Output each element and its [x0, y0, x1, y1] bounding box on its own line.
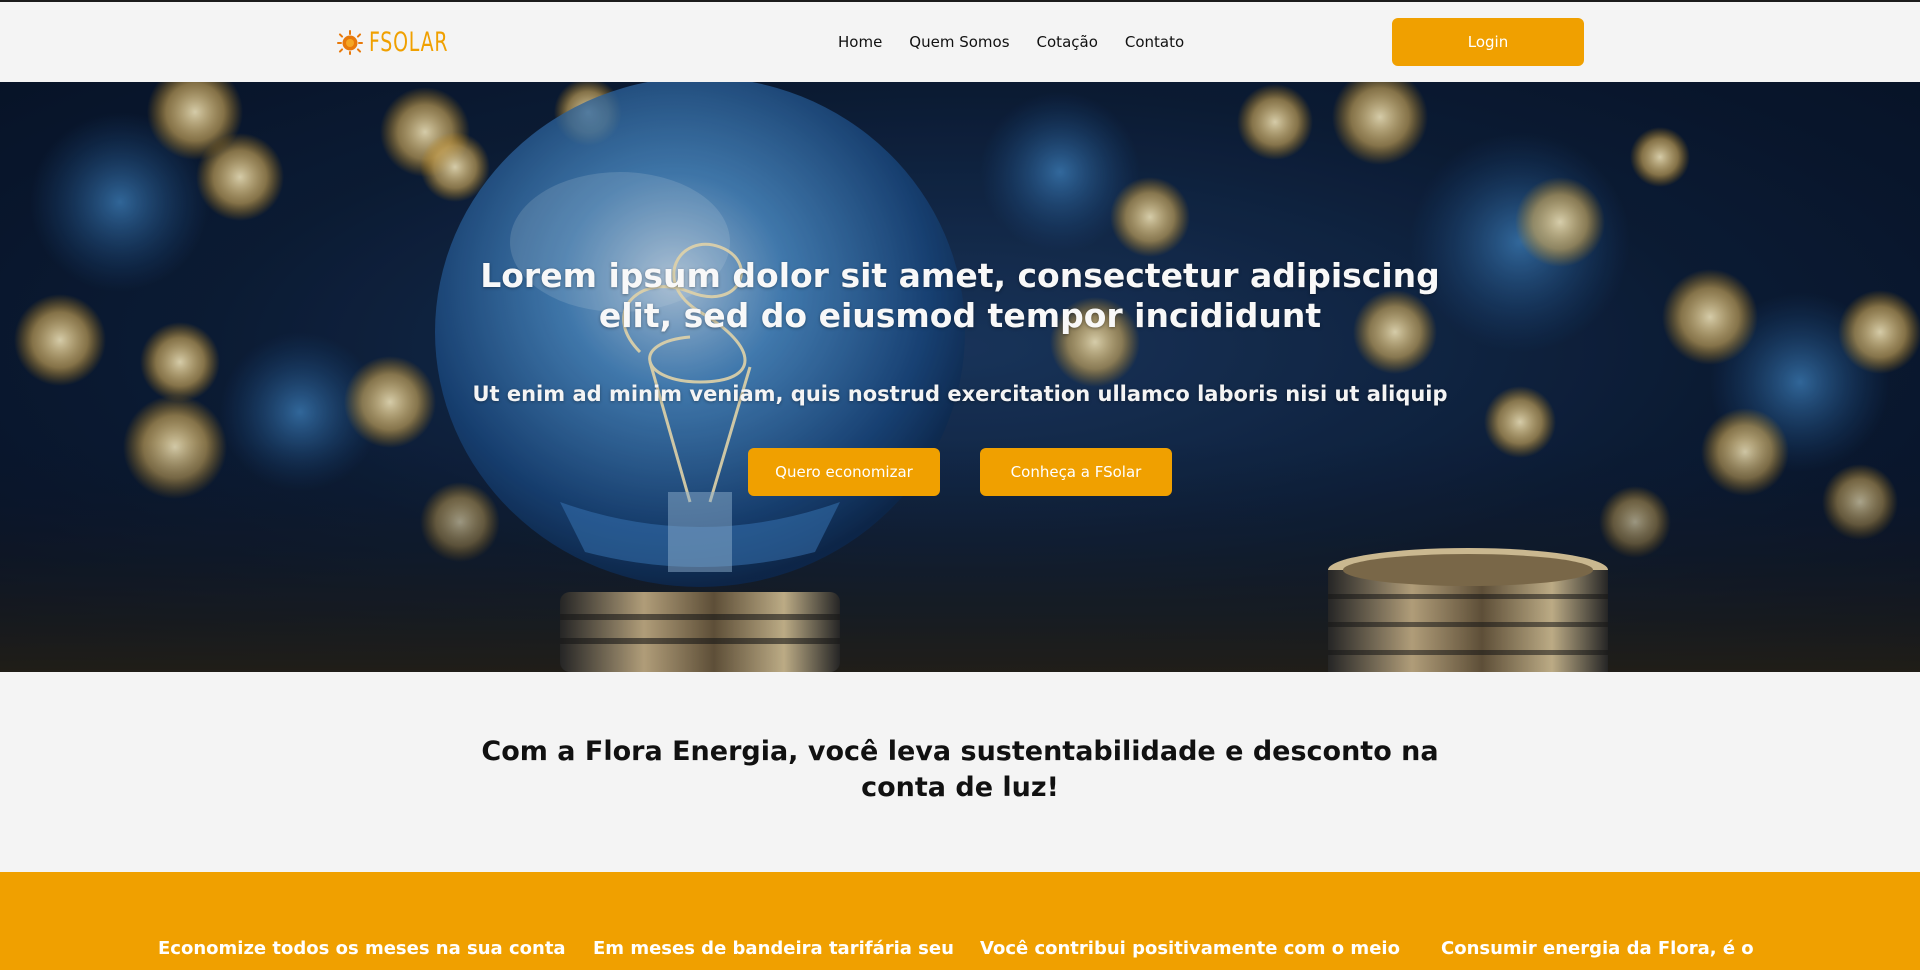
benefit-item: Você contribui positivamente com o meio — [980, 938, 1400, 959]
intro-heading: Com a Flora Energia, você leva sustentab… — [481, 736, 1439, 803]
hero-subtitle: Ut enim ad minim veniam, quis nostrud ex… — [472, 382, 1448, 406]
benefit-item: Consumir energia da Flora, é o — [1441, 938, 1754, 959]
site-header: FSOLAR Home Quem Somos Cotação Contato L… — [0, 2, 1920, 82]
brand-logo[interactable]: FSOLAR — [334, 24, 471, 60]
nav-cotacao[interactable]: Cotação — [1037, 31, 1098, 53]
main-nav: Home Quem Somos Cotação Contato — [838, 31, 1211, 53]
hero-title: Lorem ipsum dolor sit amet, consectetur … — [480, 256, 1440, 335]
benefit-item: Economize todos os meses na sua conta — [158, 938, 566, 959]
hero-background-image — [0, 82, 1920, 672]
sun-icon — [337, 30, 363, 55]
nav-home[interactable]: Home — [838, 31, 882, 53]
hero-banner: Lorem ipsum dolor sit amet, consectetur … — [0, 82, 1920, 672]
benefits-section: Economize todos os meses na sua conta Em… — [0, 872, 1920, 970]
conheca-fsolar-button[interactable]: Conheça a FSolar — [980, 448, 1172, 496]
quero-economizar-button[interactable]: Quero economizar — [748, 448, 940, 496]
brand-name: FSOLAR — [369, 26, 449, 58]
benefit-item: Em meses de bandeira tarifária seu — [593, 938, 954, 959]
login-button[interactable]: Login — [1392, 18, 1584, 66]
nav-quem-somos[interactable]: Quem Somos — [909, 31, 1009, 53]
nav-contato[interactable]: Contato — [1125, 31, 1184, 53]
